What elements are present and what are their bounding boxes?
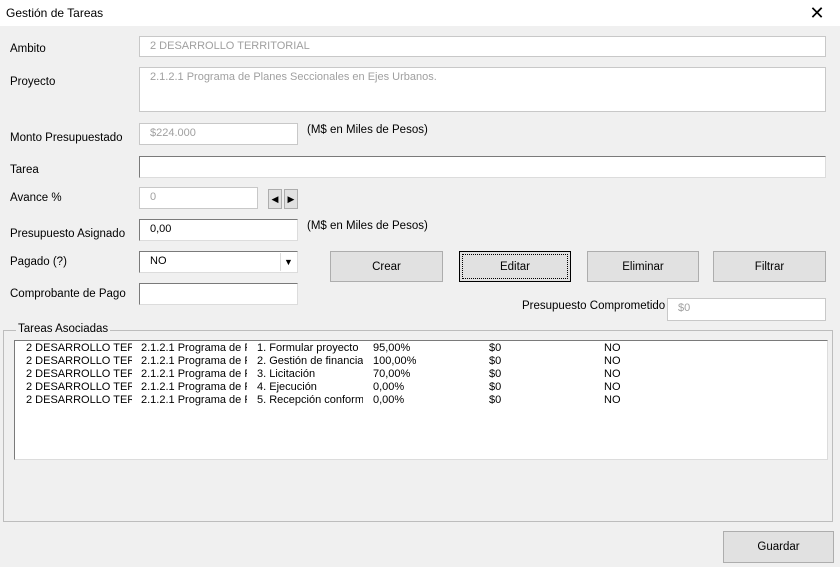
list-cell-tarea: 2. Gestión de financiamiento	[257, 355, 363, 367]
list-cell-avance: 70,00%	[373, 368, 411, 380]
list-cell-tarea: 1. Formular proyecto	[257, 342, 359, 354]
monto-label: Monto Presupuestado	[10, 132, 123, 144]
monto-unit-label: (M$ en Miles de Pesos)	[307, 124, 428, 136]
close-icon[interactable]: ✕	[794, 0, 840, 26]
comprometido-label: Presupuesto Comprometido	[522, 300, 666, 312]
list-cell-tarea: 5. Recepción conforme	[257, 394, 363, 406]
avance-label: Avance %	[10, 192, 62, 204]
pagado-label: Pagado (?)	[10, 256, 67, 268]
pagado-select[interactable]: NO ▼	[139, 251, 298, 273]
tareas-frame-title: Tareas Asociadas	[16, 323, 111, 335]
pagado-value: NO	[150, 255, 167, 267]
list-cell-ambito: 2 DESARROLLO TERRITORIAL	[26, 355, 132, 367]
proyecto-label: Proyecto	[10, 76, 56, 88]
list-cell-proyecto: 2.1.2.1 Programa de Planes	[141, 368, 247, 380]
list-cell-pagado: NO	[604, 381, 621, 393]
comprobante-input[interactable]	[139, 283, 298, 305]
list-cell-tarea: 4. Ejecución	[257, 381, 317, 393]
tarea-input[interactable]	[139, 156, 826, 178]
list-cell-proyecto: 2.1.2.1 Programa de Planes	[141, 394, 247, 406]
list-item[interactable]: 2 DESARROLLO TERRITORIAL 2.1.2.1 Program…	[15, 381, 827, 394]
presupuesto-input[interactable]: 0,00	[139, 219, 298, 241]
list-cell-proyecto: 2.1.2.1 Programa de Planes	[141, 381, 247, 393]
tareas-listbox[interactable]: 2 DESARROLLO TERRITORIAL 2.1.2.1 Program…	[14, 340, 828, 460]
list-cell-ambito: 2 DESARROLLO TERRITORIAL	[26, 342, 132, 354]
list-cell-presupuesto: $0	[489, 381, 502, 393]
list-cell-avance: 95,00%	[373, 342, 411, 354]
spin-left-icon[interactable]: ◀	[268, 189, 282, 209]
list-cell-tarea: 3. Licitación	[257, 368, 316, 380]
comprobante-label: Comprobante de Pago	[10, 288, 126, 300]
list-cell-ambito: 2 DESARROLLO TERRITORIAL	[26, 394, 132, 406]
list-cell-ambito: 2 DESARROLLO TERRITORIAL	[26, 381, 132, 393]
editar-button[interactable]: Editar	[459, 251, 571, 282]
tarea-label: Tarea	[10, 164, 39, 176]
list-item[interactable]: 2 DESARROLLO TERRITORIAL 2.1.2.1 Program…	[15, 355, 827, 368]
presupuesto-label: Presupuesto Asignado	[10, 228, 126, 240]
presupuesto-unit-label: (M$ en Miles de Pesos)	[307, 220, 428, 232]
list-cell-avance: 0,00%	[373, 394, 405, 406]
list-item[interactable]: 2 DESARROLLO TERRITORIAL 2.1.2.1 Program…	[15, 368, 827, 381]
list-cell-presupuesto: $0	[489, 368, 502, 380]
list-cell-pagado: NO	[604, 368, 621, 380]
avance-field[interactable]: 0	[139, 187, 258, 209]
filtrar-button[interactable]: Filtrar	[713, 251, 826, 282]
list-cell-presupuesto: $0	[489, 355, 502, 367]
list-cell-avance: 100,00%	[373, 355, 417, 367]
title-bar: Gestión de Tareas ✕	[0, 0, 840, 26]
list-cell-avance: 0,00%	[373, 381, 405, 393]
list-cell-presupuesto: $0	[489, 342, 502, 354]
spin-right-icon[interactable]: ▶	[284, 189, 298, 209]
list-cell-pagado: NO	[604, 394, 621, 406]
monto-field[interactable]: $224.000	[139, 123, 298, 145]
eliminar-button[interactable]: Eliminar	[587, 251, 699, 282]
list-cell-presupuesto: $0	[489, 394, 502, 406]
list-cell-proyecto: 2.1.2.1 Programa de Planes	[141, 342, 247, 354]
proyecto-field[interactable]: 2.1.2.1 Programa de Planes Seccionales e…	[139, 67, 826, 112]
list-cell-pagado: NO	[604, 342, 621, 354]
crear-button[interactable]: Crear	[330, 251, 443, 282]
ambito-label: Ambito	[10, 43, 46, 55]
list-item[interactable]: 2 DESARROLLO TERRITORIAL 2.1.2.1 Program…	[15, 342, 827, 355]
list-item[interactable]: 2 DESARROLLO TERRITORIAL 2.1.2.1 Program…	[15, 394, 827, 407]
ambito-field[interactable]: 2 DESARROLLO TERRITORIAL	[139, 36, 826, 57]
chevron-down-icon[interactable]: ▼	[280, 253, 296, 271]
list-cell-proyecto: 2.1.2.1 Programa de Planes	[141, 355, 247, 367]
list-cell-ambito: 2 DESARROLLO TERRITORIAL	[26, 368, 132, 380]
list-cell-pagado: NO	[604, 355, 621, 367]
window-title: Gestión de Tareas	[6, 6, 104, 20]
comprometido-field[interactable]: $0	[667, 298, 826, 321]
guardar-button[interactable]: Guardar	[723, 531, 834, 563]
tareas-frame: Tareas Asociadas 2 DESARROLLO TERRITORIA…	[3, 323, 833, 522]
